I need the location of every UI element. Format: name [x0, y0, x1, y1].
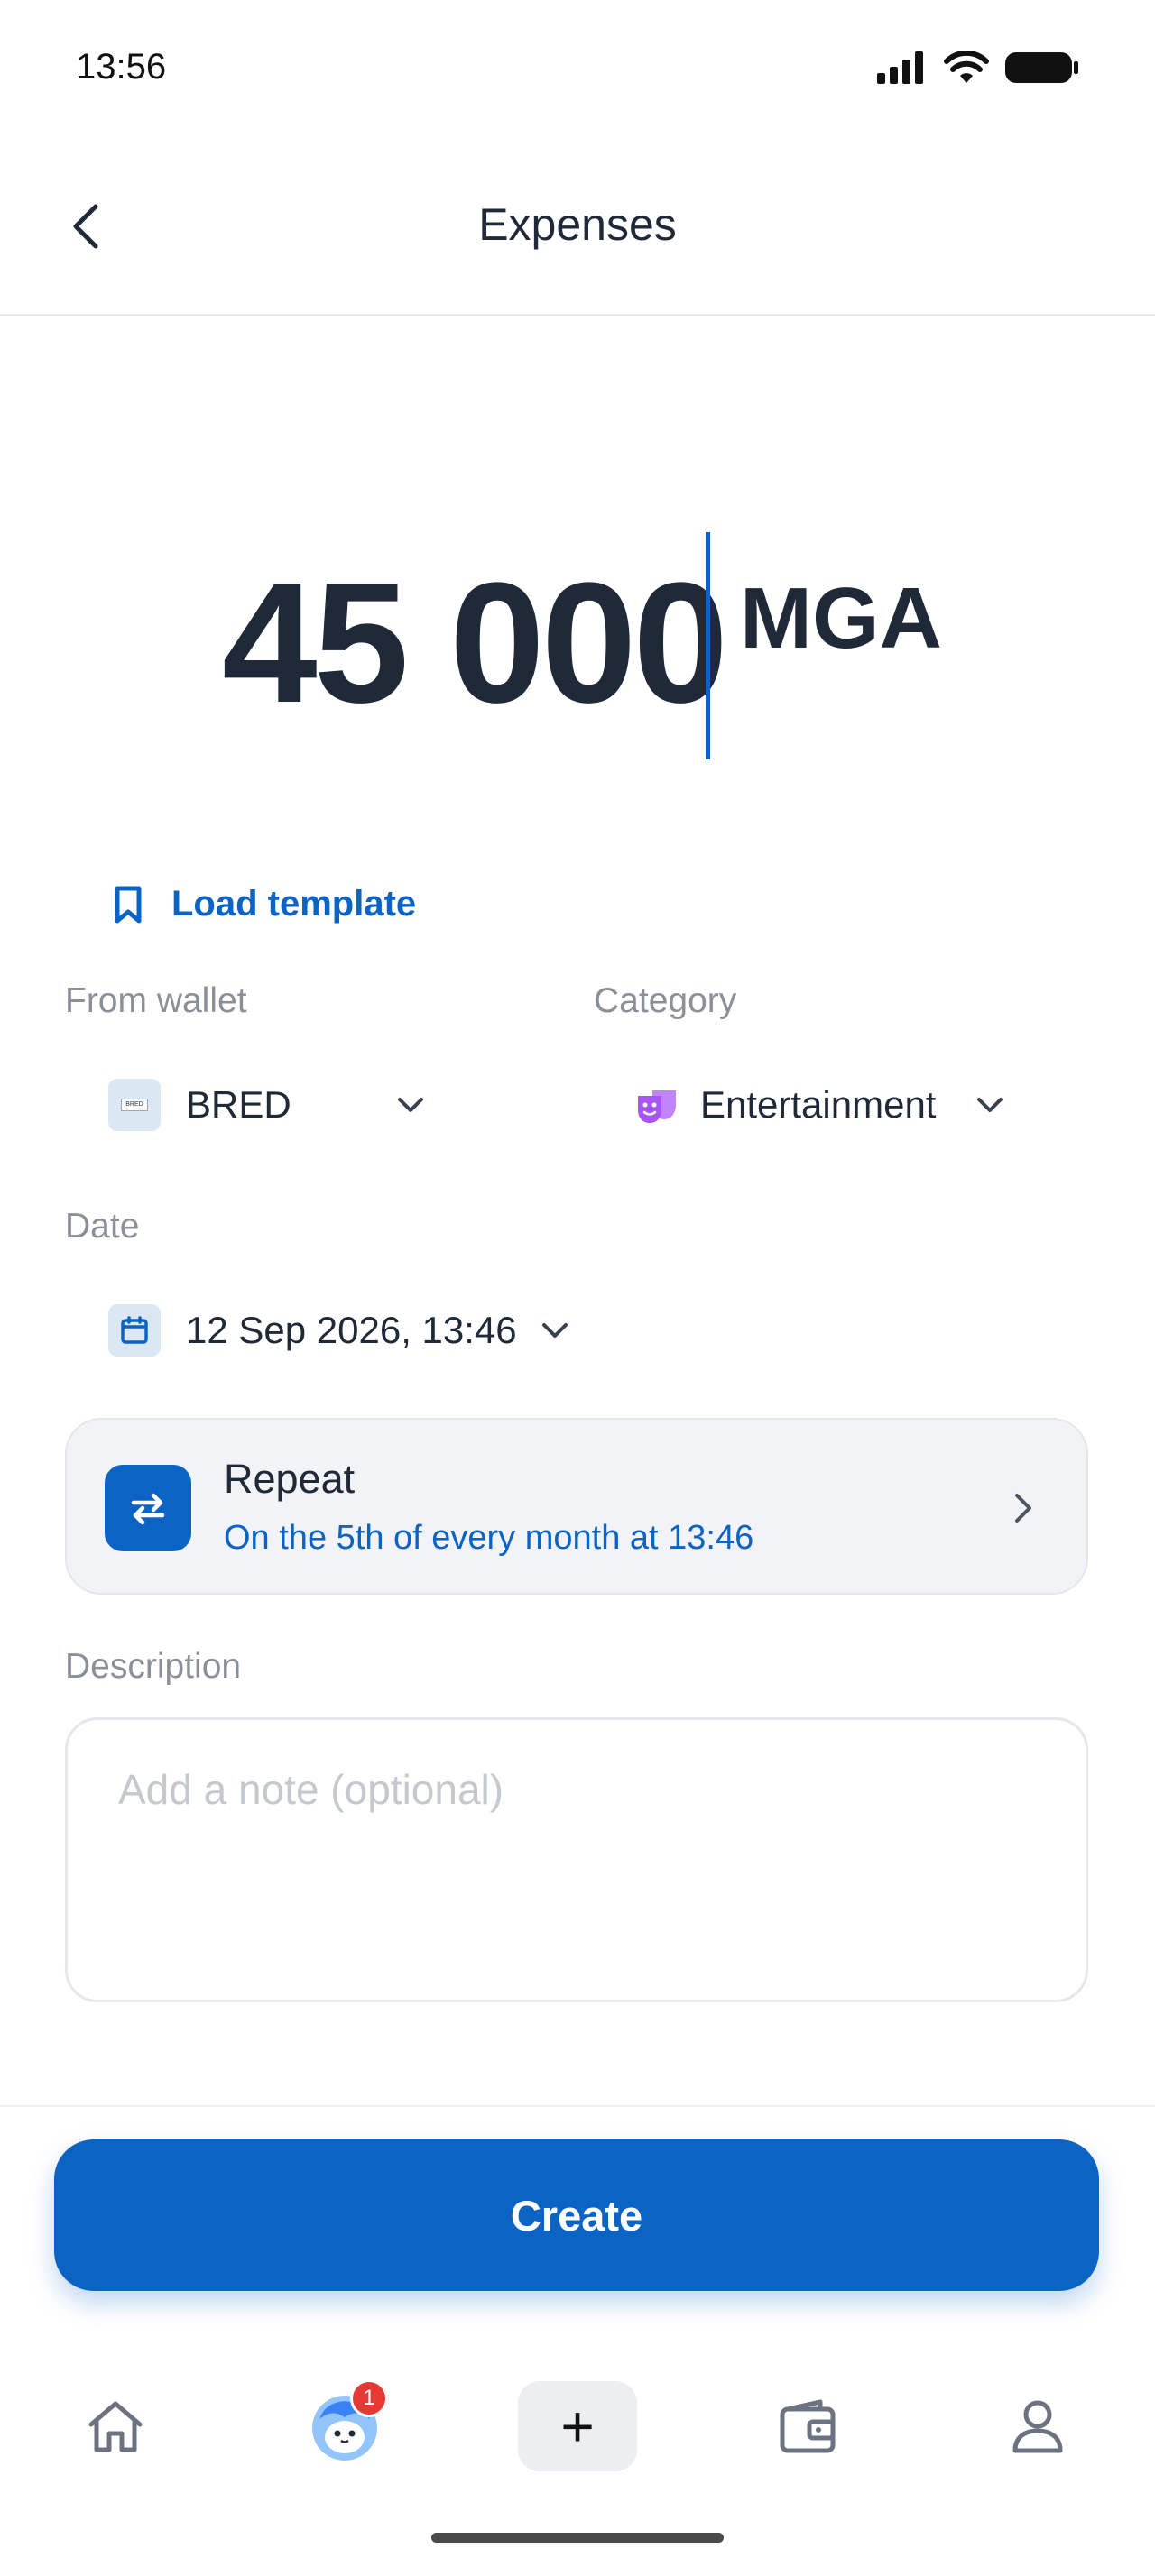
status-icons — [877, 51, 1079, 85]
chevron-down-icon — [541, 1321, 569, 1339]
category-select[interactable]: Entertainment — [632, 1079, 1004, 1131]
home-indicator[interactable] — [431, 2533, 724, 2543]
tab-bar: 1 + — [0, 2363, 1155, 2489]
bred-logo: BRED — [108, 1079, 161, 1131]
wallet-icon — [780, 2399, 836, 2453]
status-bar: 13:56 — [0, 0, 1155, 135]
load-template-button[interactable]: Load template — [112, 884, 416, 925]
repeat-icon — [105, 1465, 191, 1551]
description-input[interactable] — [118, 1765, 1021, 1946]
load-template-label: Load template — [171, 884, 417, 924]
notification-badge: 1 — [350, 2379, 388, 2417]
tab-add[interactable]: + — [518, 2381, 637, 2471]
repeat-title: Repeat — [224, 1456, 356, 1502]
tab-home[interactable] — [70, 2381, 161, 2471]
theater-masks-icon — [632, 1079, 684, 1131]
chevron-down-icon — [396, 1096, 425, 1114]
calendar-icon — [108, 1304, 161, 1357]
text-caret — [706, 532, 710, 759]
date-select[interactable]: 12 Sep 2026, 13:46 — [108, 1304, 569, 1357]
repeat-schedule: On the 5th of every month at 13:46 — [224, 1519, 754, 1557]
header: Expenses — [0, 135, 1155, 316]
page-title: Expenses — [478, 199, 677, 250]
tab-wallet[interactable] — [763, 2381, 854, 2471]
create-button-label: Create — [510, 2191, 643, 2240]
date-label: Date — [65, 1207, 140, 1246]
signal-icon — [877, 51, 923, 84]
status-time: 13:56 — [76, 47, 167, 87]
battery-icon — [1005, 52, 1078, 83]
tab-assistant[interactable]: 1 — [300, 2379, 390, 2471]
wallet-select-value: BRED — [186, 1083, 291, 1126]
date-select-value: 12 Sep 2026, 13:46 — [186, 1309, 517, 1351]
from-wallet-label: From wallet — [65, 981, 247, 1020]
profile-icon — [1012, 2400, 1063, 2453]
create-button[interactable]: Create — [54, 2139, 1099, 2291]
amount-value[interactable]: 45 000 — [222, 557, 728, 729]
chevron-right-icon — [998, 1483, 1049, 1533]
bookmark-icon — [115, 886, 142, 923]
description-field[interactable] — [65, 1717, 1088, 2002]
tab-profile[interactable] — [993, 2381, 1083, 2471]
wallet-select[interactable]: BRED BRED — [108, 1079, 425, 1131]
currency-label[interactable]: MGA — [740, 575, 942, 662]
category-select-value: Entertainment — [700, 1083, 937, 1126]
wifi-icon — [944, 51, 989, 83]
category-label: Category — [594, 981, 737, 1020]
repeat-card[interactable]: Repeat On the 5th of every month at 13:4… — [65, 1418, 1088, 1595]
description-label: Description — [65, 1647, 242, 1686]
home-icon — [88, 2401, 143, 2452]
footer-divider — [0, 2105, 1155, 2107]
chevron-down-icon — [975, 1096, 1004, 1114]
amount-input[interactable]: 45 000 MGA — [0, 532, 1155, 767]
plus-icon: + — [560, 2394, 595, 2459]
